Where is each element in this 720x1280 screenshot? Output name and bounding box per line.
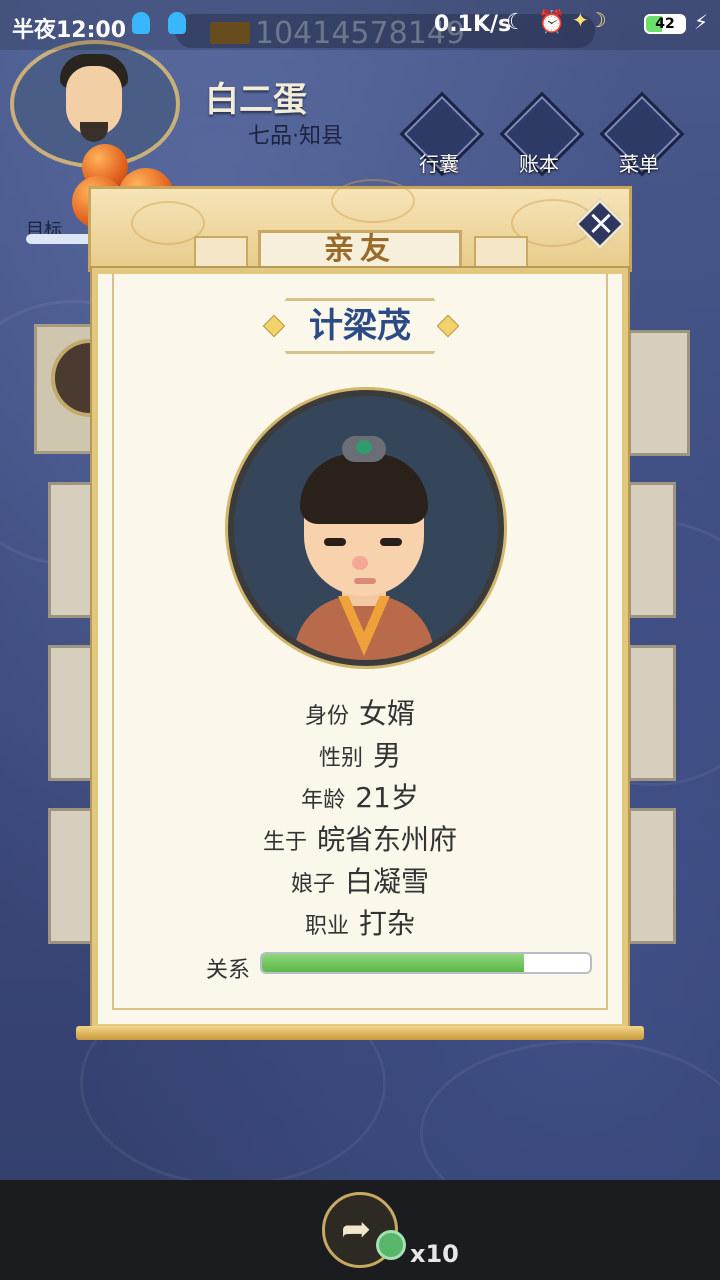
clock: 半夜12:00 [12,18,127,43]
share-icon: ➦ [341,1209,372,1250]
character-portrait [228,390,504,666]
bag-button[interactable]: 行囊 [399,91,485,177]
bag-label: 行囊 [419,152,459,176]
player-rank: 七品·知县 [248,124,343,149]
alarm-icon: ⏰ [538,10,566,35]
relation-bar [260,952,592,974]
info-row-age: 年龄 21岁 [301,781,419,814]
ledger-label: 账本 [519,152,559,176]
relation-bar-fill [262,954,525,972]
sparkle-icon: ✦☽ [572,8,607,32]
dialog-title: 亲友 [258,230,462,270]
close-icon[interactable]: × [584,198,618,248]
ledger-button[interactable]: 账本 [499,91,585,177]
menu-button[interactable]: 菜单 [599,91,685,177]
info-row-wife: 娘子 白凝雪 [290,865,430,898]
player-name: 白二蛋 [205,80,307,120]
charge-icon: ⚡ [694,10,709,34]
menu-label: 菜单 [619,152,659,176]
qq-icon [168,12,186,34]
qq-icon [132,12,150,34]
character-name-plate: 计梁茂 [262,298,460,354]
item-count: x10 [410,1240,459,1268]
info-row-occupation: 职业 打杂 [304,907,416,940]
jade-coin-icon [376,1230,406,1260]
character-name: 计梁茂 [309,306,411,346]
info-row-gender: 性别男 [318,739,402,772]
info-row-birthplace: 生于 皖省东州府 [262,823,458,856]
relative-dialog: 亲友 × 计梁茂 身份 女婿 性别男 年龄 21岁 生于 皖省东州府 娘子 白凝… [76,176,644,1046]
moon-icon: ☾ [506,10,526,35]
battery-level: 42 [644,14,686,34]
status-bar: 半夜12:00 0.1K/s ☾ ⏰ ✦☽ 42 ⚡ [0,0,720,50]
relation-label: 关系 [206,958,251,983]
info-row-identity: 身份 女婿 [304,697,416,730]
scroll-rod [76,1026,644,1040]
network-speed: 0.1K/s [434,12,512,37]
